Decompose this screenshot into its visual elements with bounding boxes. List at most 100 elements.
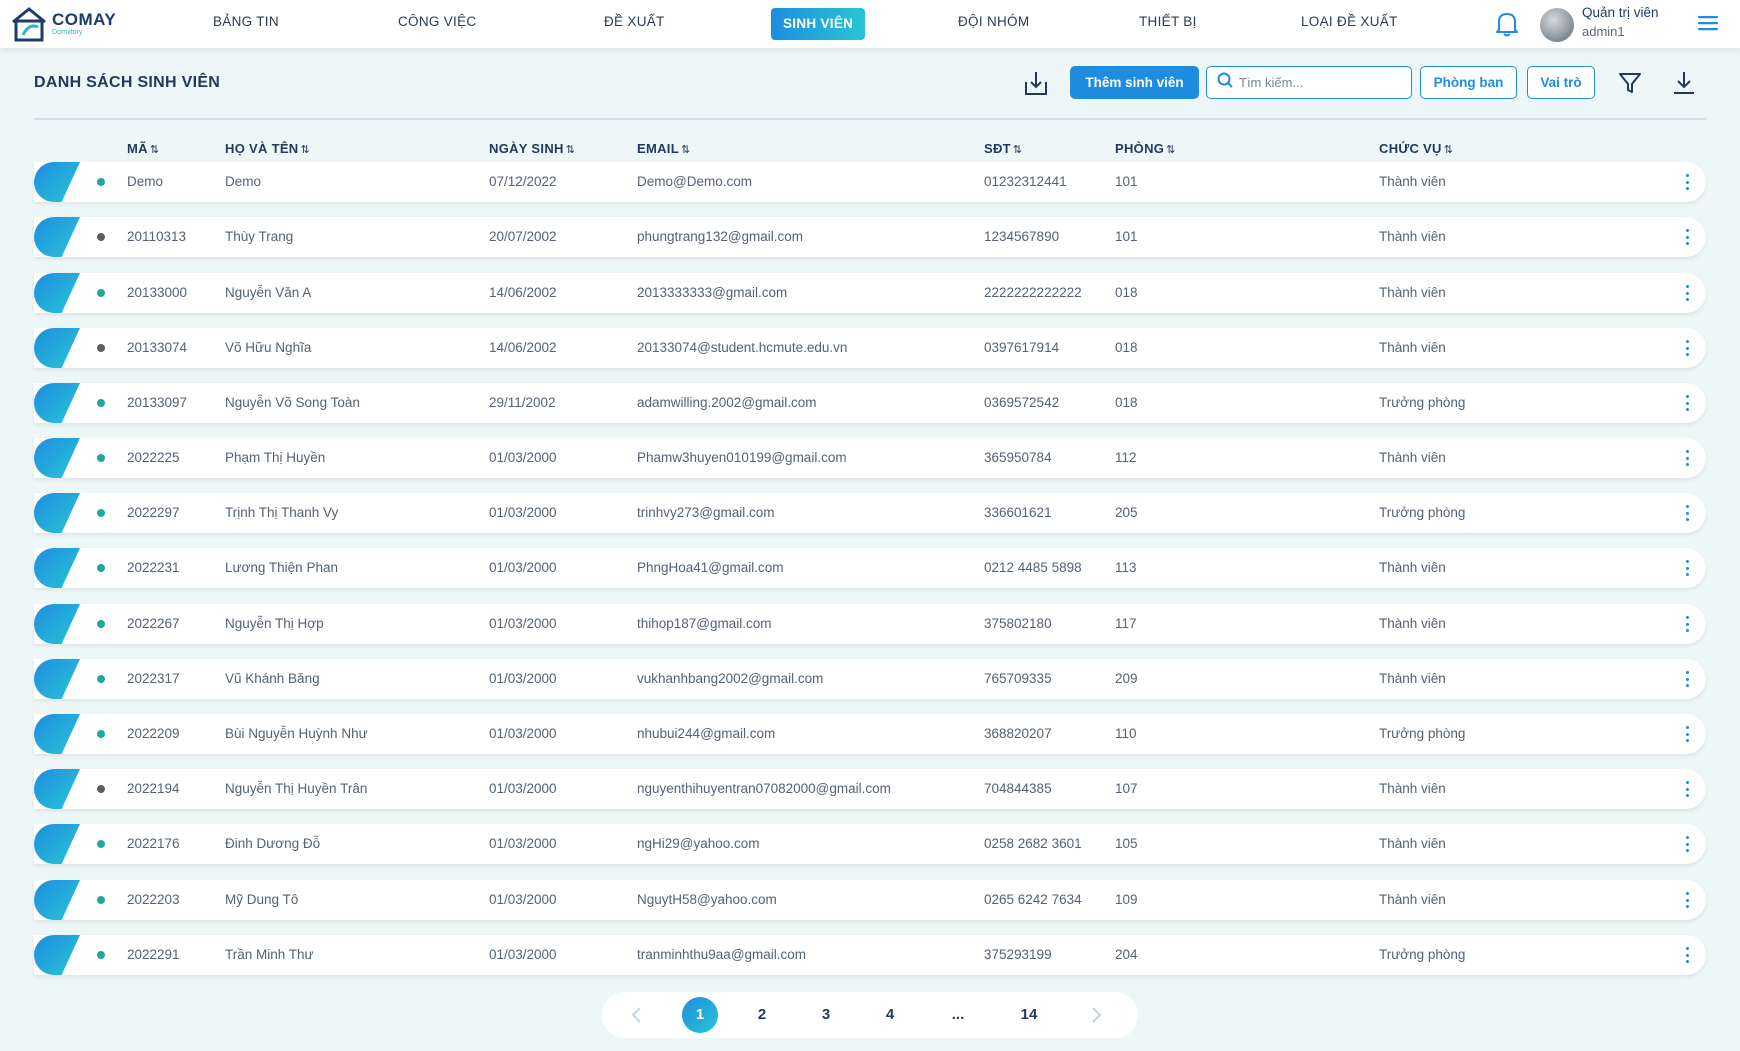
search-box[interactable]	[1206, 66, 1412, 99]
page-button-14[interactable]: 14	[1014, 992, 1044, 1038]
status-dot	[97, 620, 105, 628]
table-row[interactable]: 2022203 Mỹ Dung Tô 01/03/2000 NguytH58@y…	[34, 880, 1706, 920]
column-header-room[interactable]: PHÒNG ⇅	[1115, 141, 1176, 156]
more-options-icon[interactable]	[1685, 560, 1689, 576]
column-header-position[interactable]: CHỨC VỤ ⇅	[1379, 141, 1453, 156]
cell-id: 2022203	[127, 892, 180, 907]
row-tab	[34, 328, 80, 368]
more-options-icon[interactable]	[1685, 671, 1689, 687]
brand-subtitle: Dormitory	[52, 29, 83, 36]
cell-room: 018	[1115, 340, 1138, 355]
cell-name: Nguyễn Văn A	[225, 285, 312, 300]
sort-icon[interactable]: ⇅	[1166, 144, 1176, 156]
department-filter-button[interactable]: Phòng ban	[1420, 66, 1517, 99]
table-row[interactable]: 20133074 Võ Hữu Nghĩa 14/06/2002 2013307…	[34, 328, 1706, 368]
bell-icon[interactable]	[1494, 10, 1520, 38]
avatar[interactable]	[1540, 8, 1574, 42]
sort-icon[interactable]: ⇅	[1013, 144, 1023, 156]
page-button-1[interactable]: 1	[682, 997, 718, 1033]
cell-position: Trưởng phòng	[1379, 505, 1466, 520]
page-button-3[interactable]: 3	[816, 992, 836, 1038]
brand-name: COMAY	[52, 10, 117, 29]
column-header-id[interactable]: MÃ ⇅	[127, 141, 159, 156]
row-tab	[34, 659, 80, 699]
table-row[interactable]: 2022297 Trịnh Thị Thanh Vy 01/03/2000 tr…	[34, 493, 1706, 533]
cell-position: Thành viên	[1379, 340, 1446, 355]
table-row[interactable]: 20133000 Nguyễn Văn A 14/06/2002 2013333…	[34, 273, 1706, 313]
row-tab	[34, 383, 80, 423]
more-options-icon[interactable]	[1685, 726, 1689, 742]
cell-position: Thành viên	[1379, 836, 1446, 851]
more-options-icon[interactable]	[1685, 285, 1689, 301]
more-options-icon[interactable]	[1685, 781, 1689, 797]
more-options-icon[interactable]	[1685, 395, 1689, 411]
cell-room: 018	[1115, 395, 1138, 410]
role-filter-button[interactable]: Vai trò	[1527, 66, 1595, 99]
sort-icon[interactable]: ⇅	[300, 144, 310, 156]
pagination: 1 2 3 4 ... 14	[602, 992, 1138, 1038]
cell-email: 20133074@student.hcmute.edu.vn	[637, 340, 848, 355]
row-tab	[34, 548, 80, 588]
nav-item-proposal-types[interactable]: LOẠI ĐỀ XUẤT	[1301, 14, 1398, 34]
table-row[interactable]: 2022209 Bùi Nguyễn Huỳnh Như 01/03/2000 …	[34, 714, 1706, 754]
table-row[interactable]: 2022267 Nguyễn Thị Hợp 01/03/2000 thihop…	[34, 604, 1706, 644]
cell-room: 105	[1115, 836, 1138, 851]
page-button-2[interactable]: 2	[752, 992, 772, 1038]
table-row[interactable]: 20110313 Thùy Trang 20/07/2002 phungtran…	[34, 217, 1706, 257]
more-options-icon[interactable]	[1685, 340, 1689, 356]
add-student-button[interactable]: Thêm sinh viên	[1070, 66, 1199, 99]
more-options-icon[interactable]	[1685, 892, 1689, 908]
filter-icon[interactable]	[1618, 71, 1642, 95]
more-options-icon[interactable]	[1685, 229, 1689, 245]
top-navbar: COMAY Dormitory BẢNG TIN CÔNG VIỆC ĐỀ XU…	[0, 0, 1740, 48]
column-header-email[interactable]: EMAIL ⇅	[637, 141, 690, 156]
more-options-icon[interactable]	[1685, 616, 1689, 632]
sort-icon[interactable]: ⇅	[681, 144, 691, 156]
nav-item-proposals[interactable]: ĐỀ XUẤT	[604, 14, 665, 34]
table-row[interactable]: 2022231 Lương Thiện Phan 01/03/2000 Phng…	[34, 548, 1706, 588]
header-divider	[34, 118, 1706, 120]
more-options-icon[interactable]	[1685, 505, 1689, 521]
table-row[interactable]: 2022176 Đinh Dương Đỗ 01/03/2000 ngHi29@…	[34, 824, 1706, 864]
cell-id: 2022317	[127, 671, 180, 686]
more-options-icon[interactable]	[1685, 947, 1689, 963]
row-tab	[34, 604, 80, 644]
more-options-icon[interactable]	[1685, 174, 1689, 190]
brand-logo[interactable]: COMAY Dormitory	[10, 4, 128, 44]
table-row[interactable]: 20133097 Nguyễn Võ Song Toàn 29/11/2002 …	[34, 383, 1706, 423]
cell-position: Thành viên	[1379, 781, 1446, 796]
table-row[interactable]: Demo Demo 07/12/2022 Demo@Demo.com 01232…	[34, 162, 1706, 202]
nav-item-devices[interactable]: THIẾT BỊ	[1139, 14, 1197, 34]
table-row[interactable]: 2022194 Nguyễn Thị Huyền Trân 01/03/2000…	[34, 769, 1706, 809]
cell-room: 110	[1115, 726, 1137, 741]
nav-item-students[interactable]: SINH VIÊN	[771, 8, 866, 40]
import-icon[interactable]	[1024, 70, 1048, 96]
chevron-left-icon[interactable]	[628, 1006, 646, 1024]
column-header-phone[interactable]: SĐT ⇅	[984, 141, 1022, 156]
table-row[interactable]: 2022291 Trần Minh Thư 01/03/2000 tranmin…	[34, 935, 1706, 975]
sort-icon[interactable]: ⇅	[566, 144, 576, 156]
cell-name: Nguyễn Thị Huyền Trân	[225, 781, 368, 796]
sort-icon[interactable]: ⇅	[1444, 144, 1454, 156]
cell-phone: 0258 2682 3601	[984, 836, 1082, 851]
column-header-dob[interactable]: NGÀY SINH ⇅	[489, 141, 575, 156]
more-options-icon[interactable]	[1685, 836, 1689, 852]
table-row[interactable]: 2022225 Phạm Thị Huyền 01/03/2000 Phamw3…	[34, 438, 1706, 478]
status-dot	[97, 454, 105, 462]
sort-icon[interactable]: ⇅	[150, 144, 160, 156]
nav-item-news[interactable]: BẢNG TIN	[213, 14, 279, 34]
page-button-4[interactable]: 4	[880, 992, 900, 1038]
more-options-icon[interactable]	[1685, 450, 1689, 466]
search-input[interactable]	[1239, 75, 1399, 90]
nav-item-teams[interactable]: ĐỘI NHÓM	[958, 14, 1029, 34]
table-row[interactable]: 2022317 Vũ Khánh Băng 01/03/2000 vukhanh…	[34, 659, 1706, 699]
nav-item-tasks[interactable]: CÔNG VIỆC	[398, 14, 476, 34]
column-header-name[interactable]: HỌ VÀ TÊN ⇅	[225, 141, 310, 156]
cell-dob: 07/12/2022	[489, 174, 557, 189]
hamburger-menu-icon[interactable]	[1698, 14, 1718, 32]
download-icon[interactable]	[1672, 70, 1696, 96]
chevron-right-icon[interactable]	[1087, 1006, 1105, 1024]
cell-phone: 375802180	[984, 616, 1052, 631]
status-dot	[97, 344, 105, 352]
cell-phone: 765709335	[984, 671, 1052, 686]
